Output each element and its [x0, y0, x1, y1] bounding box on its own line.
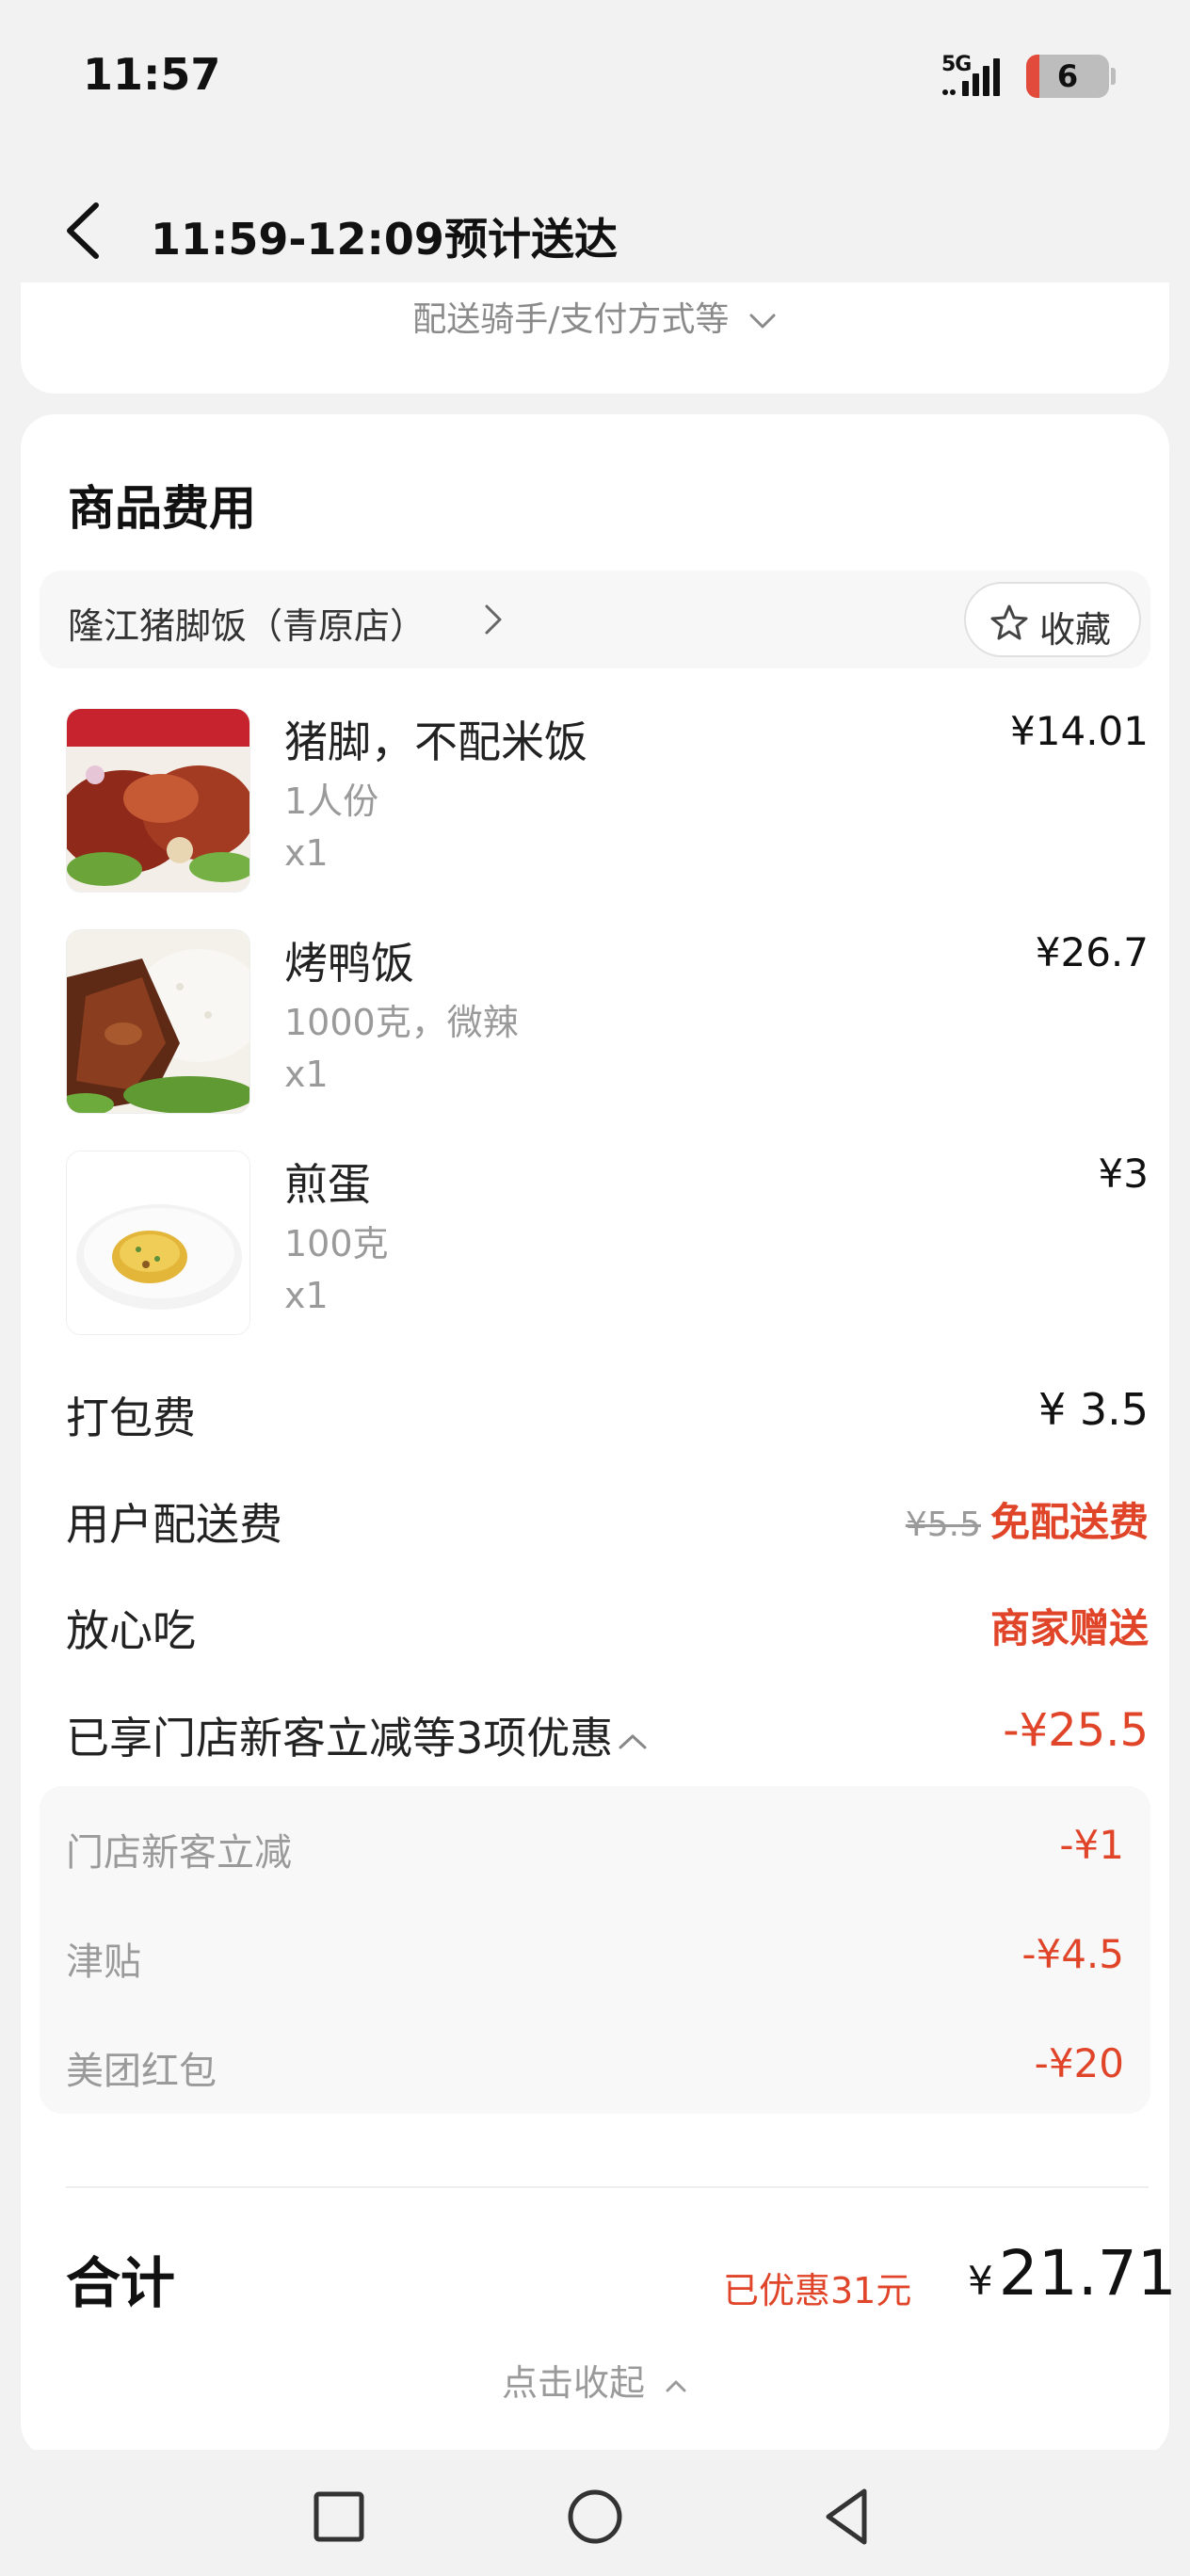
- section-title: 商品费用: [68, 481, 256, 536]
- merchant-gift-label: 商家赠送: [989, 1605, 1149, 1651]
- discount-row: 津贴 -¥4.5: [66, 1931, 1124, 1988]
- order-item: 猪脚，不配米饭 1人份 x1 ¥14.01: [66, 708, 1149, 896]
- order-item: 煎蛋 100克 x1 ¥3: [66, 1151, 1149, 1339]
- item-spec: 100克: [284, 1223, 389, 1264]
- worry-free-value: 商家赠送: [990, 1597, 1149, 1654]
- pork-knuckle-image: [66, 708, 250, 893]
- star-icon: [990, 604, 1028, 640]
- total-label: 合计: [66, 2251, 176, 2315]
- worry-free-label: 放心吃: [66, 1605, 196, 1656]
- triangle-back-icon: [826, 2488, 867, 2545]
- page-title: 11:59-12:09预计送达: [151, 214, 618, 265]
- collapse-label: 点击收起: [501, 2362, 645, 2404]
- header: 11:59-12:09预计送达: [0, 151, 1190, 292]
- home-button[interactable]: [562, 2484, 628, 2550]
- item-quantity: x1: [284, 832, 329, 874]
- currency-symbol: ¥: [968, 2258, 993, 2304]
- item-name: 烤鸭饭: [284, 938, 414, 989]
- item-price: ¥14.01: [1010, 708, 1149, 754]
- fried-egg-image: [66, 1151, 250, 1335]
- discount-value: -¥20: [1034, 2040, 1124, 2086]
- chevron-right-icon[interactable]: [482, 603, 505, 636]
- recent-apps-button[interactable]: [306, 2484, 372, 2550]
- back-button[interactable]: [56, 198, 113, 264]
- item-quantity: x1: [284, 1275, 329, 1316]
- chevron-down-icon: [749, 314, 776, 329]
- packing-fee-value: ¥ 3.5: [1037, 1384, 1149, 1435]
- total-saved: 已优惠31元: [723, 2270, 912, 2311]
- item-spec: 1000克，微辣: [284, 1002, 519, 1043]
- discount-summary-row[interactable]: 已享门店新客立减等3项优惠 -¥25.5: [66, 1704, 1149, 1770]
- order-item: 烤鸭饭 1000克，微辣 x1 ¥26.7: [66, 929, 1149, 1118]
- back-nav-button[interactable]: [815, 2484, 881, 2550]
- item-quantity: x1: [284, 1054, 329, 1095]
- discount-summary-value: -¥25.5: [1003, 1704, 1149, 1757]
- discount-summary-label: 已享门店新客立减等3项优惠: [66, 1704, 649, 1766]
- delivery-fee-row: 用户配送费 ¥5.5 免配送费: [66, 1490, 1149, 1556]
- store-name-link[interactable]: 隆江猪脚饭（青原店）: [68, 597, 426, 649]
- order-fee-card: 商品费用 隆江猪脚饭（青原店） 收藏 猪脚，不配米饭 1人份 x1 ¥14.01…: [21, 414, 1177, 2457]
- delivery-fee-value: ¥5.5 免配送费: [906, 1490, 1149, 1548]
- chevron-left-icon: [67, 202, 99, 259]
- total-value: 21.71: [998, 2237, 1177, 2310]
- discount-row: 美团红包 -¥20: [66, 2040, 1124, 2097]
- delivery-toggle-label: 配送骑手/支付方式等: [412, 300, 730, 339]
- status-time: 11:57: [83, 49, 221, 100]
- item-name: 煎蛋: [284, 1159, 371, 1210]
- delivery-card: 配送骑手/支付方式等: [21, 282, 1169, 394]
- collapse-button[interactable]: 点击收起: [21, 2354, 1169, 2406]
- signal-icon: 5G: [941, 53, 1013, 98]
- discount-row: 门店新客立减 -¥1: [66, 1822, 1124, 1878]
- favorite-label: 收藏: [1039, 609, 1112, 651]
- divider: [66, 2186, 1149, 2188]
- battery-icon: 6: [1026, 55, 1109, 98]
- status-bar: 11:57 5G 6: [0, 0, 1190, 151]
- item-price: ¥3: [1098, 1151, 1149, 1197]
- item-price: ¥26.7: [1035, 929, 1149, 975]
- roast-duck-rice-image: [66, 929, 250, 1114]
- delivery-fee-original: ¥5.5: [905, 1505, 981, 1544]
- discount-value: -¥1: [1059, 1822, 1124, 1868]
- packing-fee-label: 打包费: [66, 1393, 196, 1443]
- system-nav-bar: [0, 2450, 1190, 2576]
- packing-fee-row: 打包费 ¥ 3.5: [66, 1384, 1149, 1450]
- delivery-fee-label: 用户配送费: [66, 1499, 282, 1550]
- discount-label: 美团红包: [66, 2050, 217, 2093]
- square-icon: [314, 2491, 364, 2542]
- free-delivery-label: 免配送费: [989, 1499, 1149, 1545]
- item-spec: 1人份: [284, 781, 379, 822]
- battery-level: 6: [1056, 58, 1079, 94]
- discount-summary-text: 已享门店新客立减等3项优惠: [66, 1713, 614, 1763]
- discount-value: -¥4.5: [1021, 1931, 1124, 1977]
- chevron-up-icon: [619, 1734, 647, 1748]
- chevron-up-icon: [666, 2380, 686, 2391]
- delivery-details-toggle[interactable]: 配送骑手/支付方式等: [21, 292, 1169, 339]
- favorite-button[interactable]: 收藏: [964, 582, 1141, 657]
- discount-label: 门店新客立减: [66, 1831, 292, 1875]
- discount-label: 津贴: [66, 1940, 141, 1984]
- worry-free-row: 放心吃 商家赠送: [66, 1597, 1149, 1663]
- item-name: 猪脚，不配米饭: [284, 716, 587, 767]
- store-row: 隆江猪脚饭（青原店） 收藏: [40, 571, 1150, 668]
- total-amount: ¥21.71: [968, 2237, 1177, 2310]
- circle-icon: [568, 2489, 622, 2544]
- discount-detail-box: 门店新客立减 -¥1 津贴 -¥4.5 美团红包 -¥20: [40, 1786, 1150, 2114]
